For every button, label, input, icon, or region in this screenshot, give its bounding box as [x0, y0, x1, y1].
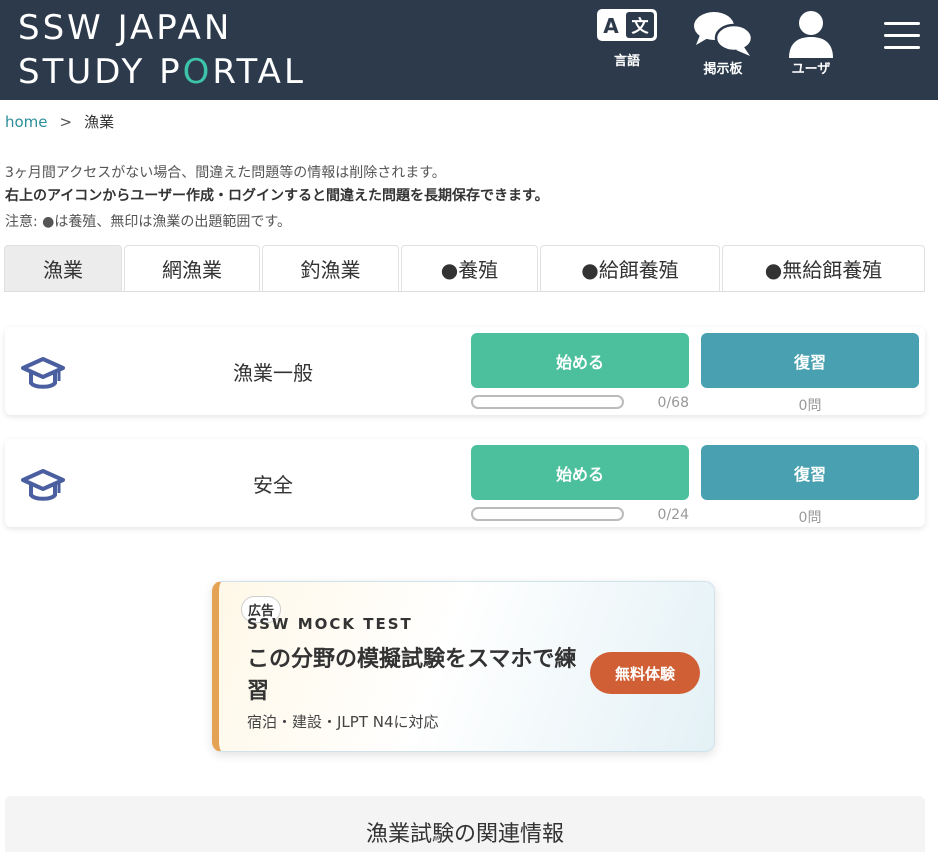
tab-unfed-aquaculture[interactable]: ●無給餌養殖 [722, 245, 925, 291]
category-title: 安全 [253, 473, 293, 497]
tab-fed-aquaculture[interactable]: ●給餌養殖 [540, 245, 720, 291]
ad-description: 宿泊・建設・JLPT N4に対応 [247, 713, 439, 731]
graduation-cap-icon [21, 469, 65, 501]
breadcrumb-current: 漁業 [84, 113, 115, 131]
review-count: 0問 [798, 398, 822, 414]
progress-count: 0/68 [657, 395, 689, 411]
logo-line-2: STUDY PORTAL [18, 52, 306, 92]
svg-text:A: A [603, 14, 619, 38]
review-count: 0問 [798, 510, 822, 526]
ad-headline: この分野の模擬試験をスマホで練習 [247, 647, 577, 704]
ad-banner[interactable]: 広告 SSW MOCK TEST この分野の模擬試験をスマホで練習 宿泊・建設・… [212, 581, 715, 752]
site-header: SSW JAPAN STUDY PORTAL A 文 言語 掲示板 ユーザ [0, 0, 938, 100]
review-button[interactable]: 復習 [701, 333, 919, 388]
hamburger-menu-icon[interactable] [884, 22, 920, 52]
chat-bubbles-icon [694, 12, 754, 56]
nav-language-label: 言語 [613, 54, 640, 69]
progress-count: 0/24 [657, 507, 689, 523]
review-button[interactable]: 復習 [701, 445, 919, 500]
category-card: 漁業一般 始める 復習 0/68 0問 [5, 327, 925, 415]
start-button[interactable]: 始める [471, 445, 689, 500]
site-logo[interactable]: SSW JAPAN STUDY PORTAL [18, 6, 306, 94]
related-info-title: 漁業試験の関連情報 [365, 822, 564, 847]
ad-subtitle: SSW MOCK TEST [247, 615, 413, 633]
progress-bar [471, 507, 624, 521]
category-title: 漁業一般 [233, 361, 313, 385]
logo-line-1: SSW JAPAN [18, 8, 233, 48]
nav-user-label: ユーザ [791, 62, 831, 77]
graduation-cap-icon [21, 357, 65, 389]
ad-cta-button[interactable]: 無料体験 [590, 652, 700, 694]
breadcrumb: home > 漁業 [5, 111, 114, 132]
nav-board-label: 掲示板 [703, 62, 743, 77]
nav-user[interactable]: ユーザ [783, 8, 839, 77]
tab-net-fishery[interactable]: 網漁業 [124, 245, 260, 291]
notice-login: 右上のアイコンからユーザー作成・ログインすると間違えた問題を長期保存できます。 [5, 188, 549, 204]
tab-fishery[interactable]: 漁業 [4, 245, 122, 291]
notice-deletion: 3ヶ月間アクセスがない場合、間違えた問題等の情報は削除されます。 [5, 165, 446, 181]
nav-language[interactable]: A 文 言語 [596, 8, 658, 69]
nav-board[interactable]: 掲示板 [690, 8, 756, 77]
category-tabs: 漁業 網漁業 釣漁業 ●養殖 ●給餌養殖 ●無給餌養殖 [4, 245, 925, 292]
breadcrumb-separator: > [59, 113, 73, 131]
category-card: 安全 始める 復習 0/24 0問 [5, 439, 925, 527]
tab-line-fishery[interactable]: 釣漁業 [262, 245, 399, 291]
user-icon [789, 11, 833, 58]
notice-legend: 注意: ●は養殖、無印は漁業の出題範囲です。 [5, 214, 291, 230]
start-button[interactable]: 始める [471, 333, 689, 388]
language-icon: A 文 [597, 9, 657, 41]
progress-bar [471, 395, 624, 409]
related-info-section: 漁業試験の関連情報 [5, 796, 925, 852]
svg-text:文: 文 [632, 16, 650, 37]
breadcrumb-home-link[interactable]: home [5, 113, 48, 131]
tab-aquaculture[interactable]: ●養殖 [401, 245, 538, 291]
